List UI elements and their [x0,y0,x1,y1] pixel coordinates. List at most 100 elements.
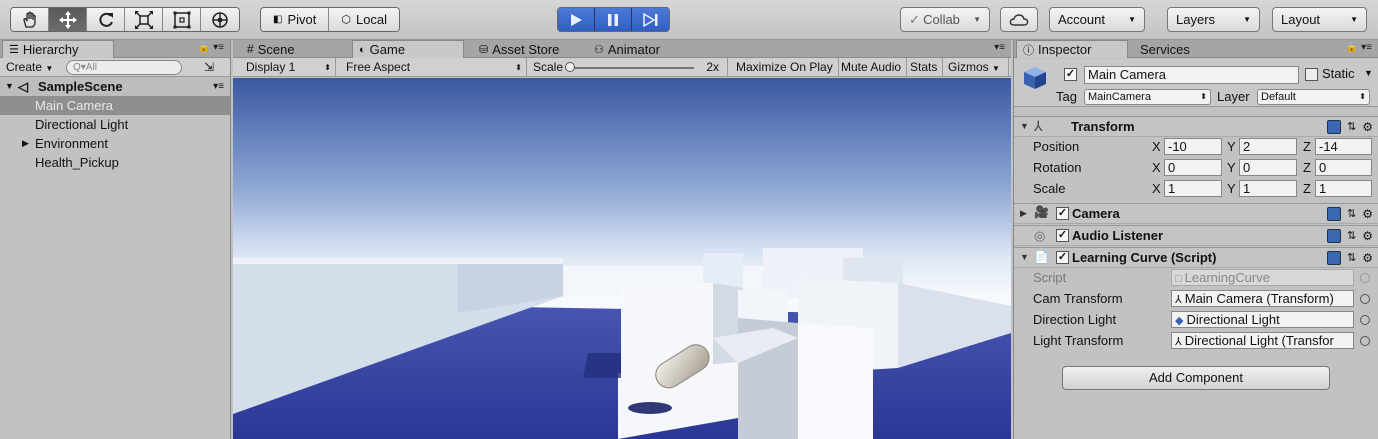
transform-x-input[interactable]: -10 [1164,138,1222,155]
pivot-button[interactable]: ◧ Pivot [261,8,330,31]
local-button[interactable]: ⬡ Local [329,8,400,31]
hierarchy-item[interactable]: Health_Pickup [0,153,230,172]
transform-header[interactable]: ▼ ⅄ Transform ⇅ ⚙ [1014,116,1378,137]
rect-tool-icon[interactable] [163,8,201,31]
aspect-dropdown[interactable]: Free Aspect ⬍ [341,58,527,77]
search-input[interactable]: Q▾All [66,60,182,75]
transform-x-input[interactable]: 0 [1164,159,1222,176]
preset-icon[interactable]: ⇅ [1347,229,1356,243]
foldout-arrow-icon[interactable]: ▼ [1020,252,1029,262]
step-button[interactable] [632,8,669,31]
gear-icon[interactable]: ⚙ [1362,207,1373,221]
panel-menu-icon[interactable]: 🔒 ▾≡ [1346,42,1372,53]
gear-icon[interactable]: ⚙ [1362,229,1373,243]
audio-enabled-checkbox[interactable]: ✓ [1056,229,1069,242]
static-checkbox[interactable] [1305,68,1318,81]
panel-menu-icon[interactable]: ▾≡ [994,42,1005,53]
help-book-icon[interactable] [1327,120,1342,134]
rotate-tool-icon[interactable] [87,8,125,31]
gear-icon[interactable]: ⚙ [1362,120,1373,134]
pause-button[interactable] [595,8,632,31]
scale-slider[interactable]: Scale 2x [528,58,728,77]
create-dropdown[interactable]: Create ▼ [6,59,53,77]
foldout-arrow-icon[interactable]: ▼ [1020,121,1029,131]
gear-icon[interactable]: ⚙ [1362,251,1373,265]
tab-inspector[interactable]: ⓘ Inspector [1016,40,1128,58]
tag-dropdown[interactable]: MainCamera ⬍ [1084,89,1211,105]
script-file-icon: 📄 [1034,250,1049,264]
layout-dropdown[interactable]: Layout ▼ [1272,7,1367,32]
expand-arrow-icon[interactable]: ▶ [22,134,29,153]
transform-z-input[interactable]: 1 [1315,180,1372,197]
camera-enabled-checkbox[interactable]: ✓ [1056,207,1069,220]
transform-y-input[interactable]: 0 [1239,159,1297,176]
pivot-local-toggle: ◧ Pivot ⬡ Local [260,7,401,32]
sort-icon[interactable]: ⇲ [196,58,222,76]
account-dropdown[interactable]: Account ▼ [1049,7,1145,32]
hierarchy-item[interactable]: Main Camera [0,96,230,115]
gizmos-dropdown[interactable]: Gizmos ▼ [943,58,1009,77]
hierarchy-item[interactable]: ▶ Environment [0,134,230,153]
audio-listener-header[interactable]: ◎ ✓ Audio Listener ⇅ ⚙ [1014,225,1378,246]
tab-scene[interactable]: # Scene [241,40,301,58]
object-reference-field[interactable]: ⅄ Directional Light (Transfor [1171,332,1354,349]
object-reference-value: Main Camera (Transform) [1184,291,1334,306]
layer-dropdown[interactable]: Default ⬍ [1257,89,1370,105]
tab-game[interactable]: ◐ Game [352,40,464,58]
slider-thumb[interactable] [565,62,575,72]
play-button[interactable] [558,8,595,31]
help-book-icon[interactable] [1327,251,1342,265]
object-picker-icon[interactable] [1360,315,1370,325]
script-enabled-checkbox[interactable]: ✓ [1056,251,1069,264]
tab-asset-store[interactable]: ⛁ Asset Store [473,40,565,58]
preset-icon[interactable]: ⇅ [1347,207,1356,221]
tab-animator[interactable]: ⚇ Animator [588,40,666,58]
display-dropdown[interactable]: Display 1 ⬍ [241,58,336,77]
game-viewport[interactable] [233,78,1011,439]
chevron-down-icon[interactable]: ▼ [1364,65,1373,82]
help-book-icon[interactable] [1327,229,1342,243]
mute-audio-toggle[interactable]: Mute Audio [836,58,908,77]
preset-icon[interactable]: ⇅ [1347,251,1356,265]
maximize-on-play-toggle[interactable]: Maximize On Play [731,58,839,77]
add-component-button[interactable]: Add Component [1062,366,1330,390]
move-tool-icon[interactable] [49,8,87,31]
scene-header[interactable]: ▼ ◁ SampleScene ▾≡ [0,77,230,96]
camera-header[interactable]: ▶ 🎥 ✓ Camera ⇅ ⚙ [1014,203,1378,224]
transform-tool-icon[interactable] [201,8,239,31]
tab-services[interactable]: Services [1134,40,1196,58]
scale-tool-icon[interactable] [125,8,163,31]
object-picker-icon[interactable] [1360,336,1370,346]
object-reference-field[interactable]: ◆ Directional Light [1171,311,1354,328]
active-checkbox[interactable]: ✓ [1064,68,1077,81]
help-book-icon[interactable] [1327,207,1342,221]
local-icon: ⬡ [341,14,351,26]
axis-label: Y [1227,139,1236,154]
expand-arrow-icon[interactable]: ▼ [5,77,14,96]
object-reference-field[interactable]: ⅄ Main Camera (Transform) [1171,290,1354,307]
tab-label: Hierarchy [22,42,79,57]
collab-dropdown[interactable]: ✓ Collab ▼ [900,7,990,32]
script-component-header[interactable]: ▼ 📄 ✓ Learning Curve (Script) ⇅ ⚙ [1014,247,1378,268]
transform-z-input[interactable]: -14 [1315,138,1372,155]
tab-hierarchy[interactable]: ☰ Hierarchy [2,40,114,58]
hierarchy-item-label: Directional Light [35,117,129,132]
hierarchy-item[interactable]: Directional Light [0,115,230,134]
transform-y-input[interactable]: 2 [1239,138,1297,155]
scene-menu-icon[interactable]: ▾≡ [213,77,224,96]
cloud-button[interactable] [1000,7,1038,32]
game-toolbar: Display 1 ⬍ Free Aspect ⬍ Scale 2x Maxim… [233,58,1011,77]
object-picker-icon[interactable] [1360,294,1370,304]
panel-menu-icon[interactable]: 🔒 ▾≡ [198,42,224,53]
tab-label: Asset Store [492,41,560,57]
transform-y-input[interactable]: 1 [1239,180,1297,197]
layers-dropdown[interactable]: Layers ▼ [1167,7,1260,32]
layout-label: Layout [1281,12,1321,27]
foldout-arrow-icon[interactable]: ▶ [1020,208,1027,219]
preset-icon[interactable]: ⇅ [1347,120,1356,134]
hand-tool-icon[interactable] [11,8,49,31]
transform-x-input[interactable]: 1 [1164,180,1222,197]
transform-z-input[interactable]: 0 [1315,159,1372,176]
stats-toggle[interactable]: Stats [905,58,944,77]
object-name-input[interactable]: Main Camera [1084,66,1299,84]
